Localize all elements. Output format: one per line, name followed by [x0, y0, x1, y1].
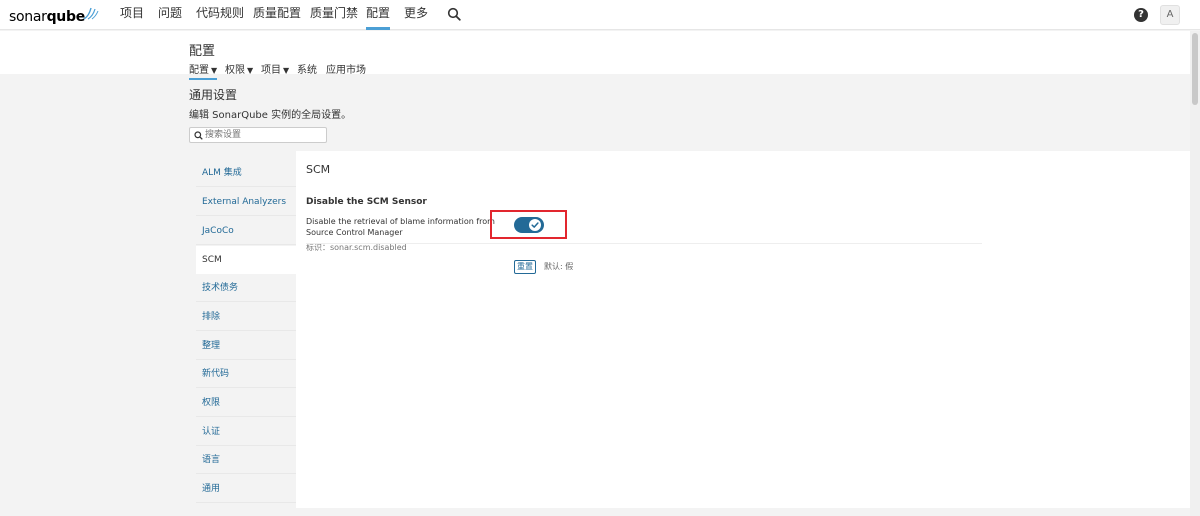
help-icon[interactable]: ?	[1134, 8, 1148, 22]
subnav-label: 权限	[225, 65, 245, 76]
default-value-label: 默认: 假	[544, 262, 574, 271]
page-title: 配置	[189, 44, 216, 59]
subnav-configuration[interactable]: 配置 ▼	[189, 61, 218, 80]
category-languages[interactable]: 语言	[196, 446, 296, 474]
subnav-label: 项目	[261, 65, 281, 76]
nav-quality-gates[interactable]: 质量门禁	[310, 0, 358, 30]
setting-divider	[306, 243, 982, 244]
nav-issues[interactable]: 问题	[158, 0, 182, 30]
nav-rules[interactable]: 代码规则	[196, 0, 244, 30]
category-general[interactable]: 通用	[196, 475, 296, 503]
settings-search[interactable]	[189, 127, 327, 143]
scrollbar-thumb[interactable]	[1192, 33, 1198, 105]
logo-text-bold: qube	[46, 9, 86, 25]
setting-description: Disable the retrieval of blame informati…	[306, 217, 495, 237]
search-icon	[194, 131, 203, 140]
nav-more[interactable]: 更多	[404, 0, 428, 30]
reset-button[interactable]: 重置	[514, 260, 536, 274]
subnav-system[interactable]: 系统	[297, 61, 317, 78]
setting-name: Disable the SCM Sensor	[306, 197, 427, 207]
user-avatar[interactable]: A	[1160, 5, 1180, 25]
subnav-projects[interactable]: 项目 ▼	[261, 61, 289, 78]
caret-down-icon: ▼	[211, 66, 218, 75]
category-scm[interactable]: SCM	[196, 246, 296, 274]
page-header: 配置 配置 ▼ 权限 ▼ 项目 ▼ 系统 应用市场	[0, 31, 1190, 80]
sonarqube-logo[interactable]: sonarqube	[9, 4, 99, 26]
caret-down-icon: ▼	[247, 66, 254, 75]
category-new-code[interactable]: 新代码	[196, 360, 296, 388]
caret-down-icon: ▼	[283, 66, 290, 75]
page-scrollbar[interactable]	[1190, 31, 1200, 516]
sonar-waves-icon	[83, 7, 99, 20]
section-title: 通用设置	[189, 88, 238, 102]
nav-quality-profiles[interactable]: 质量配置	[253, 0, 301, 30]
category-technical-debt[interactable]: 技术债务	[196, 274, 296, 302]
category-jacoco[interactable]: JaCoCo	[196, 217, 296, 245]
subnav-label: 系统	[297, 65, 317, 76]
settings-search-input[interactable]	[205, 129, 323, 141]
logo-text-regular: sonar	[9, 9, 47, 25]
section-description: 编辑 SonarQube 实例的全局设置。	[189, 110, 352, 121]
category-permissions[interactable]: 权限	[196, 389, 296, 417]
search-icon[interactable]	[447, 7, 461, 21]
category-housekeeping[interactable]: 整理	[196, 332, 296, 360]
category-exclusions[interactable]: 排除	[196, 303, 296, 331]
category-external-analyzers[interactable]: External Analyzers	[196, 188, 296, 216]
subnav-marketplace[interactable]: 应用市场	[326, 61, 366, 78]
nav-administration[interactable]: 配置	[366, 0, 391, 30]
category-alm[interactable]: ALM 集成	[196, 159, 296, 187]
subnav-label: 配置	[189, 65, 209, 76]
subnav-label: 应用市场	[326, 65, 366, 76]
panel-title: SCM	[306, 163, 331, 176]
nav-projects[interactable]: 项目	[120, 0, 144, 30]
top-navbar: sonarqube 项目 问题 代码规则 质量配置 质量门禁 配置 更多 ? A	[0, 0, 1200, 30]
subnav-security[interactable]: 权限 ▼	[225, 61, 253, 78]
category-authentication[interactable]: 认证	[196, 418, 296, 446]
settings-panel: SCM Disable the SCM Sensor Disable the r…	[296, 151, 1190, 508]
highlight-box	[490, 210, 567, 239]
